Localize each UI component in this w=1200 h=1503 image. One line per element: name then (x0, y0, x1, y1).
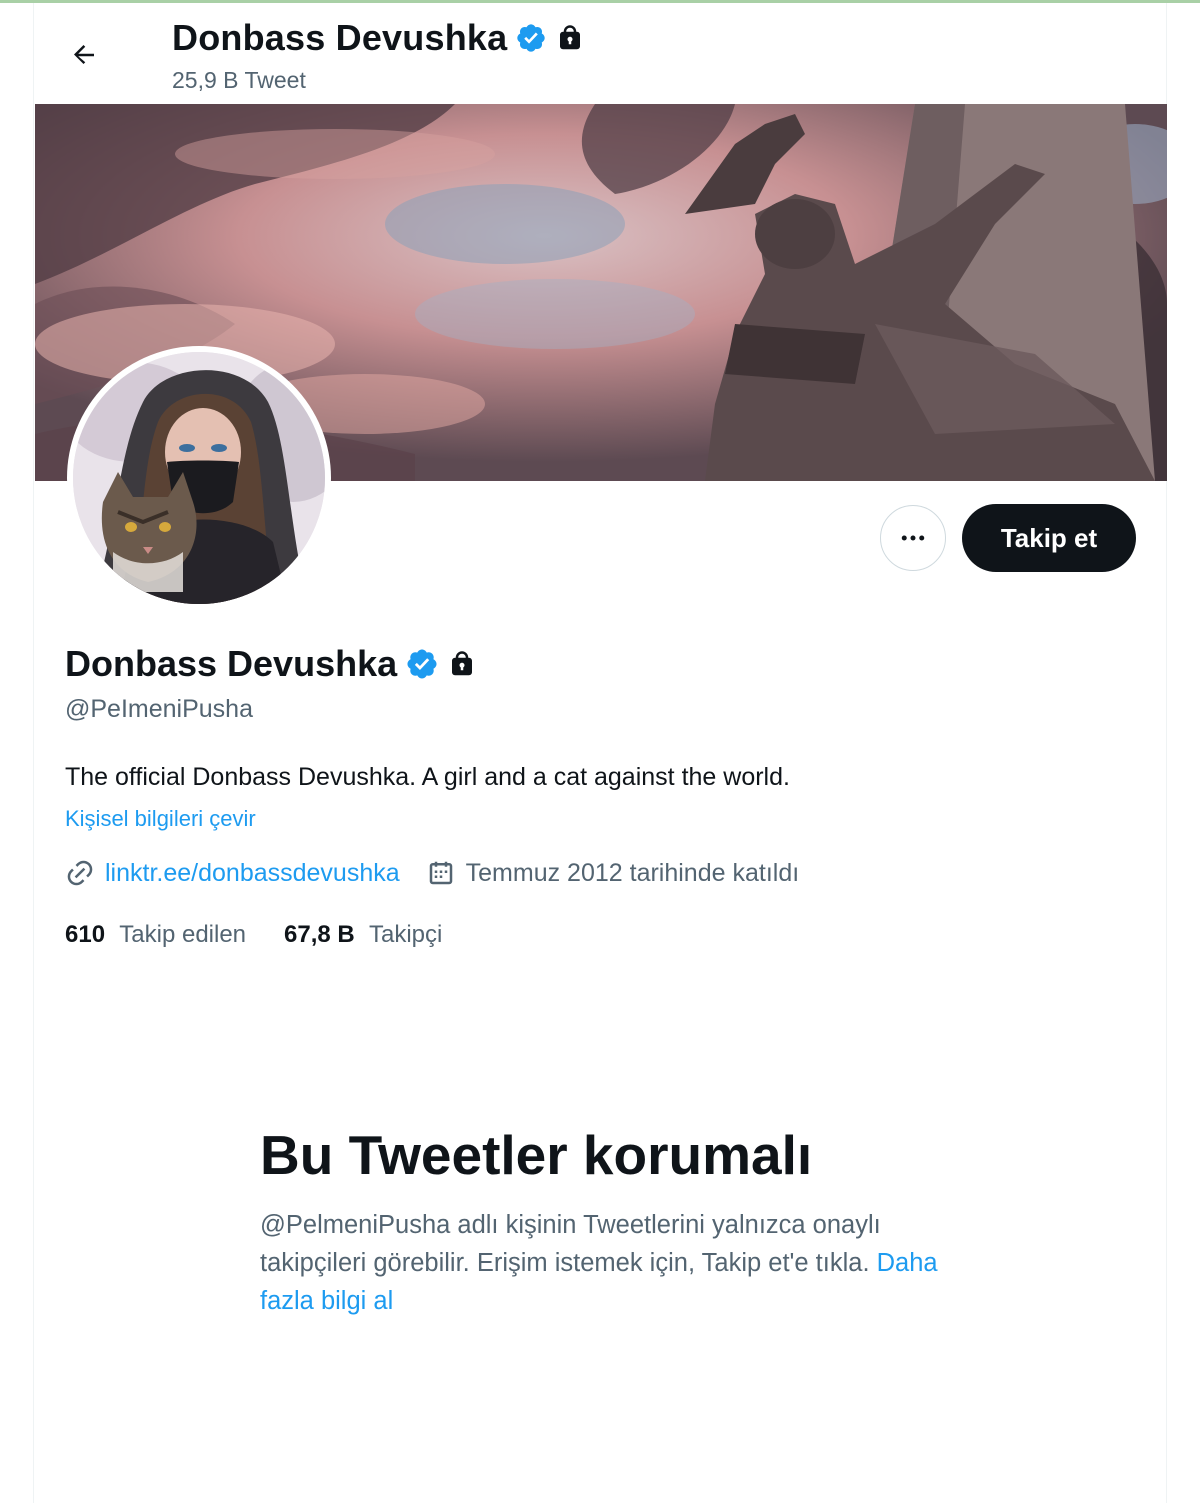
arrow-left-icon (74, 45, 94, 64)
followers-stat[interactable]: 67,8 B Takipçi (284, 921, 442, 949)
back-button[interactable] (62, 33, 106, 77)
verified-badge-icon[interactable] (405, 647, 439, 681)
protected-title: Bu Tweetler korumalı (260, 1124, 813, 1186)
following-label: Takip edilen (119, 921, 247, 948)
profile-bio: The official Donbass Devushka. A girl an… (65, 763, 790, 791)
profile-handle: @PeImeniPusha (65, 695, 253, 723)
following-count: 610 (65, 921, 106, 948)
profile-name: Donbass Devushka (65, 643, 398, 684)
link-icon (67, 860, 93, 886)
header-tweet-count: 25,9 B Tweet (172, 67, 306, 93)
profile-avatar[interactable] (67, 346, 331, 610)
header-name: Donbass Devushka (172, 17, 508, 58)
profile-joined: Temmuz 2012 tarihinde katıldı (426, 858, 800, 888)
avatar-image (73, 352, 325, 604)
profile-meta: linktr.ee/donbassdevushka Temmuz 2012 ta… (65, 858, 799, 888)
protected-body: @PelmeniPusha adlı kişinin Tweetlerini y… (260, 1206, 940, 1320)
profile-website[interactable]: linktr.ee/donbassdevushka (65, 858, 400, 888)
profile-name-row: Donbass Devushka (65, 643, 477, 685)
website-link[interactable]: linktr.ee/donbassdevushka (105, 859, 400, 888)
follow-button[interactable]: Takip et (962, 504, 1136, 572)
joined-date: Temmuz 2012 tarihinde katıldı (465, 858, 800, 887)
translate-bio-link[interactable]: Kişisel bilgileri çevir (65, 806, 256, 832)
protected-body-text: @PelmeniPusha adlı kişinin Tweetlerini y… (260, 1211, 881, 1277)
following-stat[interactable]: 610 Takip edilen (65, 921, 246, 949)
header-title: Donbass Devushka (172, 17, 585, 59)
followers-label: Takipçi (368, 921, 443, 948)
followers-count: 67,8 B (284, 921, 355, 948)
verified-badge-icon (517, 24, 545, 52)
more-horizontal-icon (901, 535, 925, 541)
lock-icon (452, 651, 473, 676)
profile-stats: 610 Takip edilen 67,8 B Takipçi (65, 921, 442, 949)
more-options-button[interactable] (880, 505, 946, 571)
lock-icon (560, 25, 581, 50)
calendar-icon (429, 861, 452, 885)
profile-column: Donbass Devushka 25,9 B Tweet Takip et D… (33, 3, 1167, 1503)
